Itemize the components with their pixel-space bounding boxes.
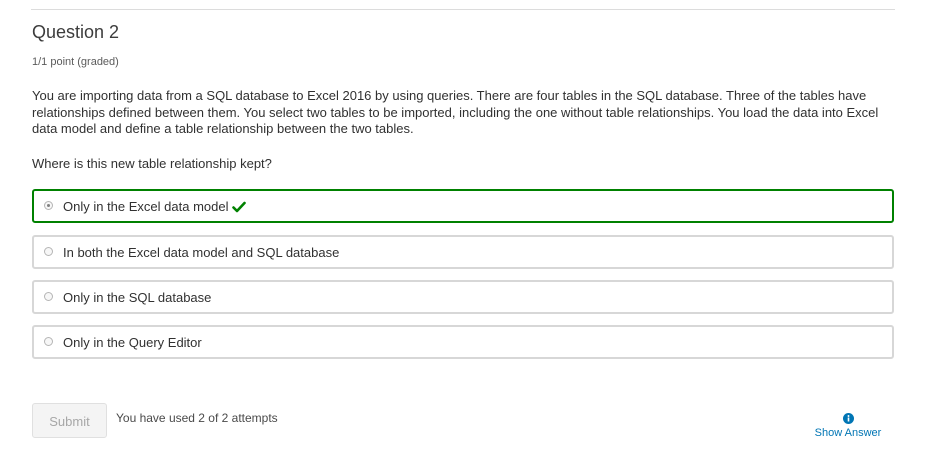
question-title: Question 2: [32, 22, 120, 42]
radio-button[interactable]: [44, 337, 53, 346]
radio-button[interactable]: [44, 247, 53, 256]
choice-query-editor[interactable]: Only in the Query Editor: [32, 325, 894, 359]
radio-button[interactable]: [44, 292, 53, 301]
choice-label: Only in the SQL database: [63, 290, 212, 305]
choice-label: Only in the Query Editor: [63, 335, 202, 350]
choice-excel-data-model[interactable]: Only in the Excel data model: [32, 189, 894, 223]
question-prompt: Where is this new table relationship kep…: [32, 156, 272, 171]
show-answer-link[interactable]: Show Answer: [806, 413, 890, 439]
radio-button[interactable]: [44, 201, 53, 210]
choice-both[interactable]: In both the Excel data model and SQL dat…: [32, 235, 894, 269]
question-points: 1/1 point (graded): [32, 56, 119, 68]
checkmark-icon: [232, 201, 247, 213]
top-divider: [31, 9, 895, 10]
submit-button[interactable]: Submit: [32, 403, 107, 438]
choice-label: Only in the Excel data model: [63, 199, 229, 214]
info-icon: [842, 413, 854, 424]
attempts-text: You have used 2 of 2 attempts: [116, 411, 278, 425]
choice-label: In both the Excel data model and SQL dat…: [63, 245, 340, 260]
show-answer-label[interactable]: Show Answer: [806, 427, 890, 439]
choice-sql-database[interactable]: Only in the SQL database: [32, 280, 894, 314]
question-body: You are importing data from a SQL databa…: [32, 88, 879, 136]
choice-label-wrap: Only in the Excel data model: [63, 199, 247, 214]
